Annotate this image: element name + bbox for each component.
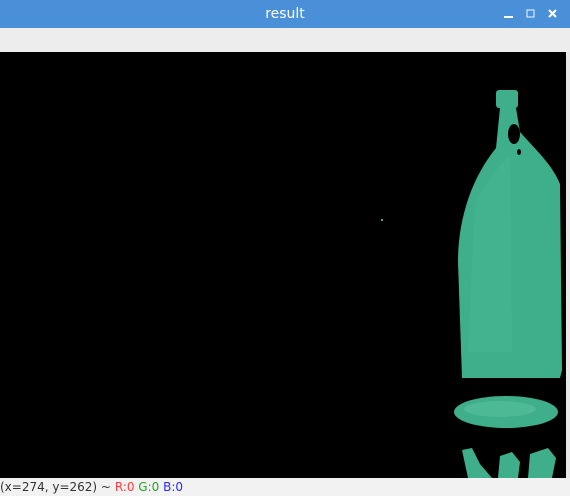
maximize-icon[interactable] [524,7,537,20]
segmented-bottle-image [381,90,562,478]
window-titlebar[interactable]: result [0,0,570,28]
image-canvas[interactable] [0,52,566,478]
red-value: R:0 [114,480,135,494]
window-border [566,52,570,478]
minimize-icon[interactable] [502,7,515,20]
close-icon[interactable] [546,7,559,20]
window-title: result [265,6,305,22]
pixel-coords: (x=274, y=262) ~ [0,480,111,494]
toolbar [0,28,570,53]
green-value: G:0 [138,480,160,494]
status-bar: (x=274, y=262) ~ R:0 G:0 B:0 [0,478,570,496]
blue-value: B:0 [163,480,184,494]
